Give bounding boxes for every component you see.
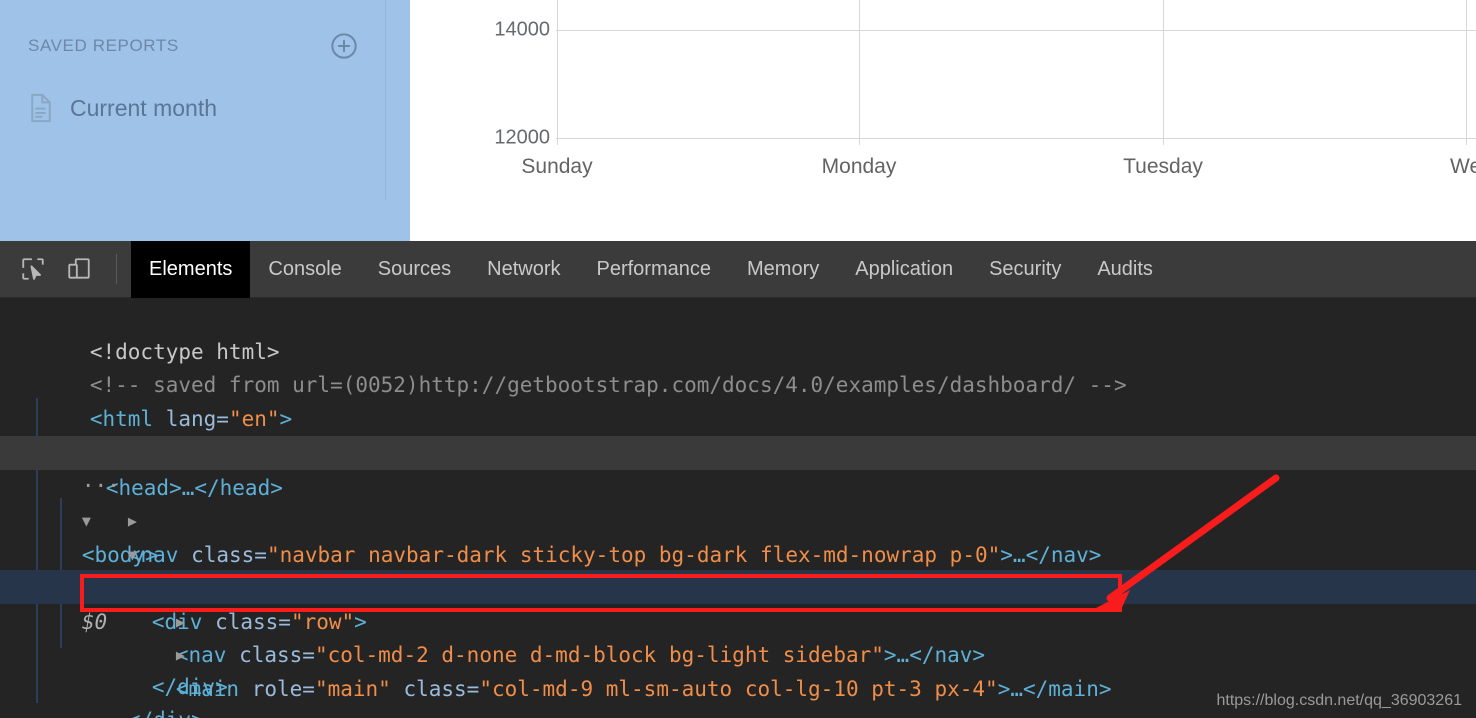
code-line-comment[interactable]: <!-- saved from url=(0052)http://getboot… (0, 336, 1476, 397)
tab-audits[interactable]: Audits (1079, 241, 1171, 298)
inspect-element-icon[interactable] (10, 246, 56, 292)
saved-reports-header: SAVED REPORTS (28, 30, 358, 62)
annotation-red-arrow (1096, 474, 1280, 612)
sidebar-highlight-overlay: SAVED REPORTS Current month (0, 0, 410, 241)
gridline-monday (859, 0, 860, 145)
tab-network[interactable]: Network (469, 241, 578, 298)
tab-console[interactable]: Console (250, 241, 359, 298)
code-line-html[interactable]: <html lang="en"> (0, 369, 1476, 431)
gridline-sunday (557, 0, 558, 145)
sidebar-item-label: Current month (70, 94, 218, 121)
code-line-close-div-row[interactable]: </div> (0, 637, 1476, 699)
saved-reports-heading: SAVED REPORTS (28, 36, 179, 55)
dashboard-chart: 14000 12000 Sunday Monday Tuesday Wedne (410, 0, 1476, 241)
web-page-region: SAVED REPORTS Current month 14000 12000 … (0, 0, 1476, 241)
file-document-icon (28, 93, 54, 123)
gridline-wednesday (1466, 0, 1467, 145)
y-axis-tick-label: 12000 (494, 126, 550, 149)
gridline-12000 (556, 138, 1476, 139)
x-axis-tick-label: Sunday (521, 155, 593, 178)
plus-circle-icon[interactable] (330, 32, 358, 60)
tab-sources[interactable]: Sources (360, 241, 469, 298)
tab-elements[interactable]: Elements (131, 240, 251, 298)
x-axis-tick-label: Tuesday (1123, 155, 1203, 178)
gridline-tuesday (1163, 0, 1164, 145)
watermark-text: https://blog.csdn.net/qq_36903261 (1216, 692, 1462, 709)
toolbar-divider (116, 254, 117, 284)
tab-performance[interactable]: Performance (579, 241, 730, 298)
x-axis-tick-label: Wedne (1450, 155, 1476, 178)
tab-memory[interactable]: Memory (729, 241, 837, 298)
tab-security[interactable]: Security (971, 241, 1079, 298)
sidebar-item-current-month[interactable]: Current month (28, 90, 358, 126)
y-axis-tick-label: 14000 (494, 18, 550, 41)
devtools-toolbar: Elements Console Sources Network Perform… (0, 240, 1476, 298)
code-line-doctype[interactable]: <!doctype html> (0, 302, 1476, 364)
tab-application[interactable]: Application (837, 241, 971, 298)
gridline-14000 (556, 30, 1476, 31)
code-line-body[interactable]: ··· ▼ <body> == $0 (0, 436, 1476, 634)
device-toolbar-icon[interactable] (56, 246, 102, 292)
code-line-head[interactable]: ▶ <head>…</head> (0, 403, 1476, 500)
div-close-tag: </div> (128, 708, 204, 718)
x-axis-tick-label: Monday (821, 155, 897, 178)
sidebar-divider (385, 0, 386, 200)
